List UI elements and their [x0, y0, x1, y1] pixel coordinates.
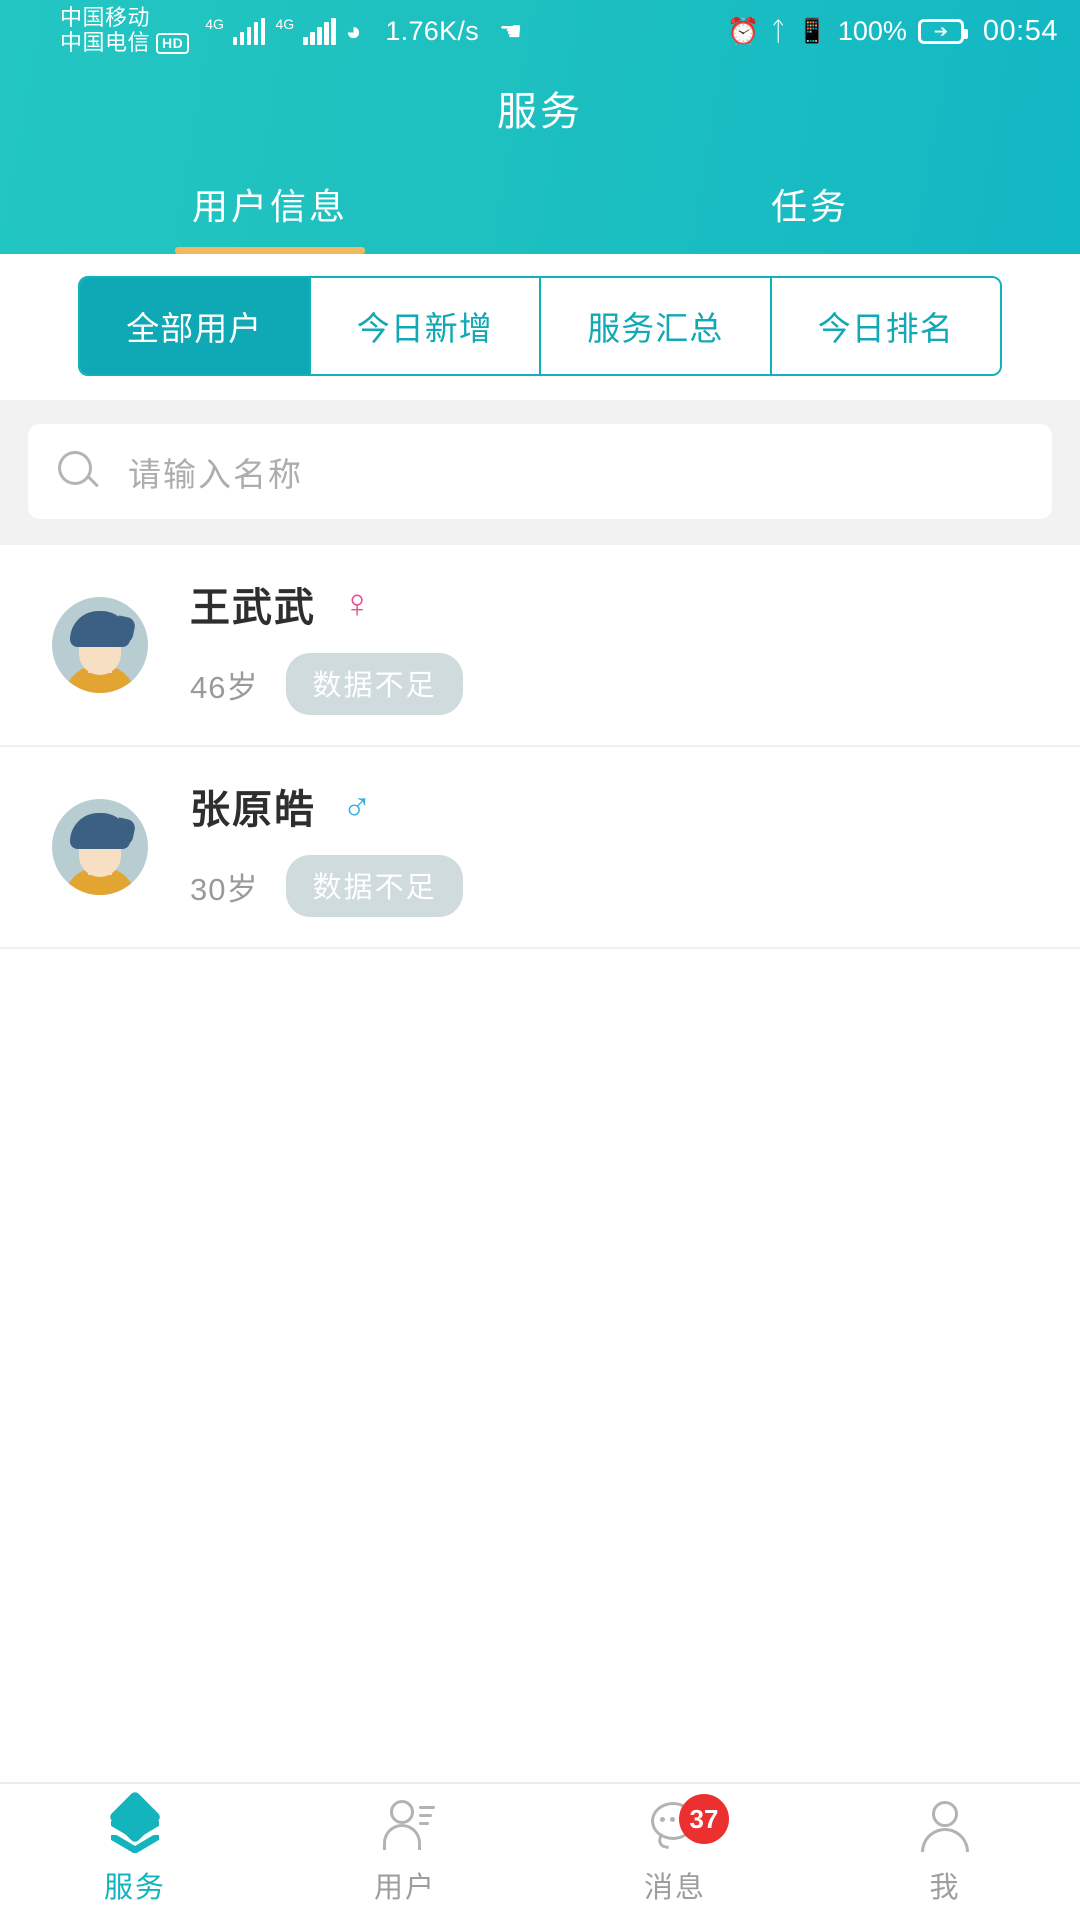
gender-female-icon: ♀	[342, 582, 372, 626]
filter-service-summary-label: 服务汇总	[587, 310, 724, 347]
filter-today-new[interactable]: 今日新增	[310, 278, 541, 374]
tab-user-info[interactable]: 用户信息	[0, 154, 540, 254]
filter-all-users-label: 全部用户	[126, 310, 263, 347]
network-type-1-label: 4G	[205, 16, 224, 32]
user-sub-line: 46岁 数据不足	[190, 653, 463, 715]
table-row[interactable]: 张原皓 ♂ 30岁 数据不足	[0, 747, 1080, 949]
person-icon	[917, 1798, 973, 1852]
signal-icon-1: 4G	[205, 16, 266, 45]
avatar	[52, 799, 148, 895]
user-name-line: 王武武 ♀	[190, 575, 463, 633]
signal-icons: 4G 4G ◕ 1.76K/s ☚	[205, 16, 522, 47]
vibrate-icon: 📱	[796, 17, 827, 45]
filter-today-ranking[interactable]: 今日排名	[771, 278, 1000, 374]
search-icon	[58, 450, 100, 493]
filter-all-users[interactable]: 全部用户	[80, 278, 311, 374]
status-badge: 数据不足	[286, 855, 463, 917]
nav-item-service[interactable]: 服务	[0, 1784, 270, 1920]
filter-section: 全部用户 今日新增 服务汇总 今日排名	[0, 254, 1080, 400]
carrier-primary-row: 中国移动	[60, 6, 189, 31]
chat-bubble-icon: 37	[647, 1794, 729, 1852]
battery-percent-label: 100%	[837, 15, 907, 46]
table-row[interactable]: 王武武 ♀ 46岁 数据不足	[0, 545, 1080, 747]
user-name-line: 张原皓 ♂	[190, 777, 463, 835]
user-age: 46岁	[190, 669, 259, 705]
status-bar-right: ⏰ ᛏ 📱 100% ➔ 00:54	[727, 15, 1058, 48]
filter-segmented-control: 全部用户 今日新增 服务汇总 今日排名	[78, 276, 1002, 376]
alarm-icon: ⏰	[726, 15, 760, 46]
signal-bars-1	[232, 18, 266, 45]
carrier-info: 中国移动 中国电信 HD	[60, 6, 190, 56]
bottom-navigation: 服务 用户 37 消息 我	[0, 1782, 1080, 1920]
signal-bars-2	[303, 18, 336, 45]
filter-service-summary[interactable]: 服务汇总	[541, 278, 772, 374]
avatar	[52, 597, 148, 693]
gender-male-icon: ♂	[342, 784, 372, 828]
signal-icon-2: 4G	[275, 16, 336, 45]
network-type-2-label: 4G	[275, 16, 295, 32]
tab-user-info-label: 用户信息	[191, 186, 348, 227]
nav-item-users[interactable]: 用户	[270, 1784, 540, 1920]
net-speed-label: 1.76K/s	[385, 15, 480, 46]
app-root: 中国移动 中国电信 HD 4G 4G ◕ 1.76K/s ☚ ⏰ ᛏ 📱 100…	[0, 0, 1080, 1920]
title-bar: 服务	[0, 62, 1080, 154]
battery-charging-icon: ➔	[917, 18, 968, 44]
layers-icon	[107, 1790, 163, 1854]
tab-active-indicator	[175, 247, 365, 254]
carrier-secondary-row: 中国电信 HD	[60, 30, 190, 56]
carrier-secondary-label: 中国电信	[60, 30, 151, 55]
clock-label: 00:54	[982, 14, 1058, 47]
tab-tasks[interactable]: 任务	[540, 154, 1080, 254]
tab-tasks-label: 任务	[770, 186, 849, 227]
user-name: 张原皓	[190, 788, 316, 832]
usb-icon: ☚	[499, 15, 523, 46]
bluetooth-icon: ᛏ	[770, 15, 786, 46]
status-bar: 中国移动 中国电信 HD 4G 4G ◕ 1.76K/s ☚ ⏰ ᛏ 📱 100…	[0, 0, 1080, 62]
hd-badge: HD	[156, 32, 190, 55]
user-meta: 张原皓 ♂ 30岁 数据不足	[190, 777, 463, 917]
wifi-icon: ◕	[345, 16, 362, 46]
nav-item-messages-label: 消息	[643, 1872, 706, 1904]
person-list-icon	[377, 1798, 435, 1852]
user-age: 30岁	[190, 871, 259, 907]
nav-item-service-label: 服务	[103, 1872, 166, 1904]
user-list: 王武武 ♀ 46岁 数据不足 张原皓 ♂ 30岁 数据不足	[0, 545, 1080, 1782]
user-meta: 王武武 ♀ 46岁 数据不足	[190, 575, 463, 715]
filter-today-new-label: 今日新增	[356, 310, 493, 347]
header-tabs: 用户信息 任务	[0, 154, 1080, 254]
filter-today-ranking-label: 今日排名	[817, 310, 954, 347]
search-box[interactable]: 请输入名称	[28, 424, 1052, 519]
status-badge: 数据不足	[286, 653, 463, 715]
message-count-badge: 37	[679, 1794, 729, 1844]
nav-item-messages[interactable]: 37 消息	[540, 1784, 810, 1920]
nav-item-users-label: 用户	[373, 1872, 436, 1904]
app-header: 中国移动 中国电信 HD 4G 4G ◕ 1.76K/s ☚ ⏰ ᛏ 📱 100…	[0, 0, 1080, 254]
nav-item-me[interactable]: 我	[810, 1784, 1080, 1920]
page-title: 服务	[497, 90, 583, 134]
search-input-placeholder[interactable]: 请输入名称	[128, 448, 303, 496]
carrier-primary-label: 中国移动	[60, 5, 151, 31]
user-name: 王武武	[190, 586, 316, 630]
user-sub-line: 30岁 数据不足	[190, 855, 463, 917]
search-section: 请输入名称	[0, 400, 1080, 545]
nav-item-me-label: 我	[929, 1872, 961, 1904]
